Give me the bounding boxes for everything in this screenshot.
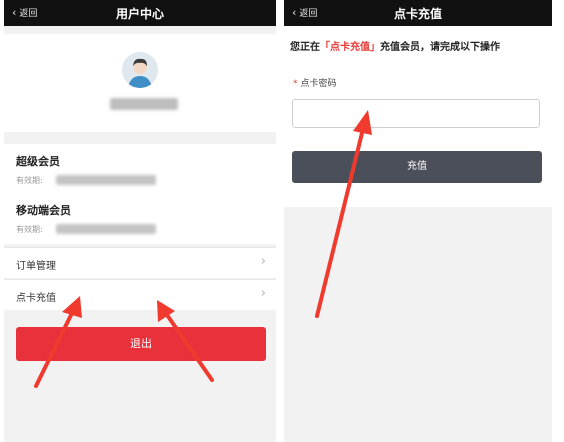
user-icon <box>122 52 158 88</box>
logout-button[interactable]: 退出 <box>16 327 266 361</box>
required-mark: * <box>293 79 298 89</box>
expiry-label: 有效期: <box>16 225 43 234</box>
expiry-value-blurred <box>56 224 156 234</box>
expiry-label: 有效期: <box>16 176 43 185</box>
recharge-form: * 点卡密码 充值 <box>284 62 552 207</box>
menu-item-card-recharge[interactable]: 点卡充值 › <box>4 279 276 310</box>
card-password-input[interactable] <box>292 99 540 128</box>
page-title: 用户中心 <box>115 7 164 21</box>
card-password-label: * 点卡密码 <box>293 76 337 89</box>
notice-text: 您正在「点卡充值」充值会员，请完成以下操作 <box>290 38 500 53</box>
navbar: ‹ 返回 用户中心 <box>4 0 276 26</box>
expiry-value-blurred <box>56 175 156 185</box>
user-center-screen: ‹ 返回 用户中心 超级会员 有效期: 移动端会员 有效期: 订单管理 › 点卡… <box>4 0 276 442</box>
recharge-button[interactable]: 充值 <box>292 151 542 183</box>
profile-card <box>4 34 276 132</box>
membership-title: 超级会员 <box>16 155 60 168</box>
menu-item-label: 点卡充值 <box>16 293 56 304</box>
card-recharge-screen: ‹ 返回 点卡充值 您正在「点卡充值」充值会员，请完成以下操作 * 点卡密码 充值 <box>284 0 552 442</box>
chevron-right-icon: › <box>260 254 266 269</box>
card-password-label-text: 点卡密码 <box>300 79 337 89</box>
menu-item-label: 订单管理 <box>16 261 56 272</box>
notice-highlight: 「点卡充值」 <box>320 42 380 53</box>
notice-suffix: 充值会员，请完成以下操作 <box>380 42 500 53</box>
username-blurred <box>110 98 178 110</box>
membership-title: 移动端会员 <box>16 204 71 217</box>
chevron-right-icon: › <box>260 286 266 301</box>
notice-bar: 您正在「点卡充值」充值会员，请完成以下操作 <box>284 26 552 63</box>
menu-item-orders[interactable]: 订单管理 › <box>4 247 276 278</box>
notice-prefix: 您正在 <box>290 42 320 53</box>
page-title: 点卡充值 <box>393 7 442 21</box>
membership-section: 超级会员 有效期: 移动端会员 有效期: <box>4 144 276 244</box>
avatar <box>122 52 158 88</box>
navbar: ‹ 返回 点卡充值 <box>284 0 552 26</box>
